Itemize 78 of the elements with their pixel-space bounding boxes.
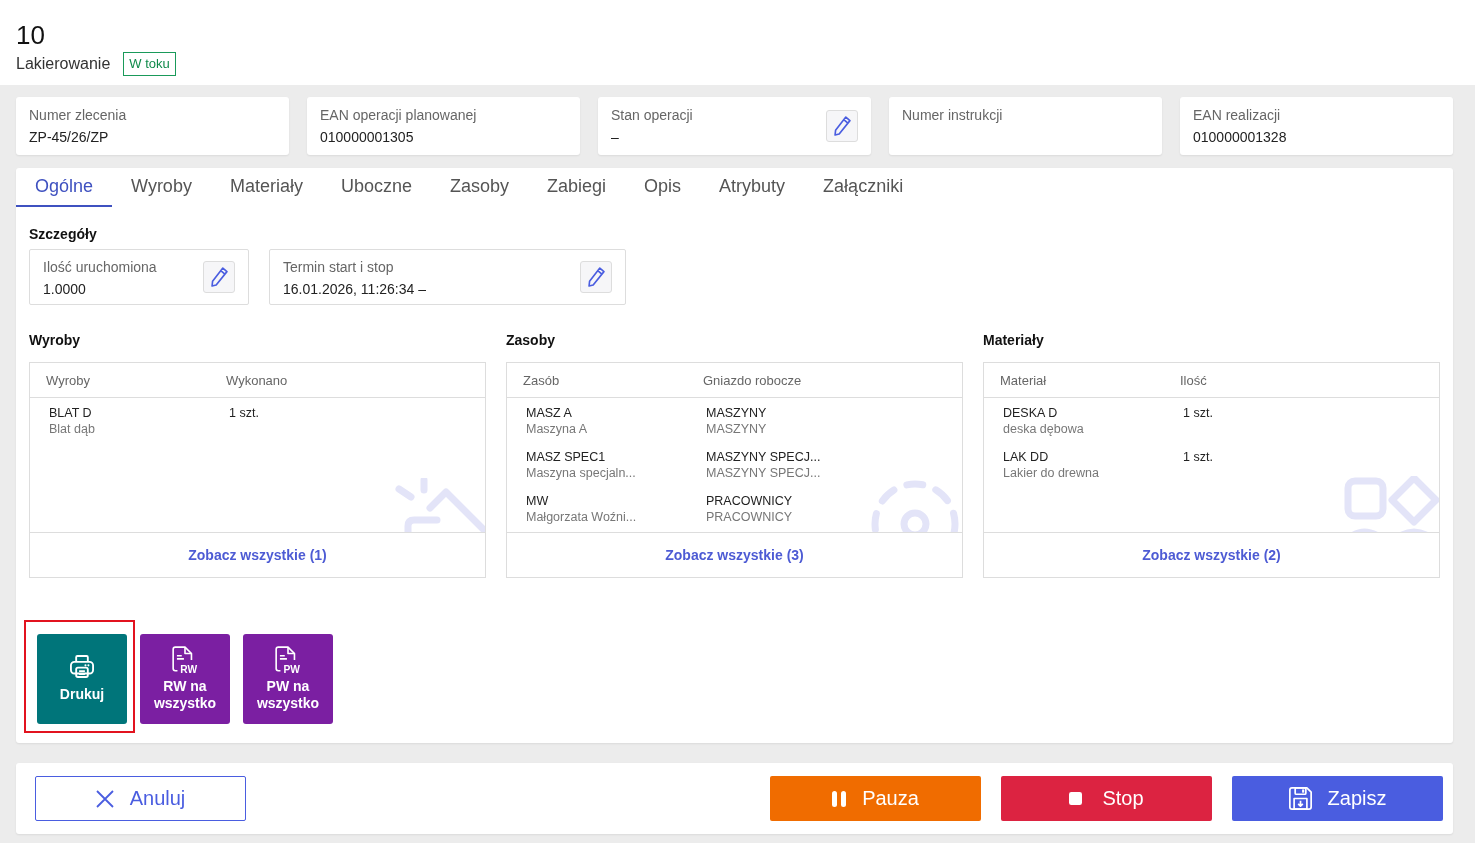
table-cell: PRACOWNICY [706,493,793,509]
table-cell: LAK DD [1003,449,1049,465]
sparkle-tag-icon [395,478,485,532]
field-label: Numer zlecenia [29,106,127,125]
cell-subtitle: Maszyna specjaln... [526,465,636,481]
field-value: 16.01.2026, 11:26:34 – [283,280,426,299]
table-cell: BLAT D [49,405,92,421]
table-cell: MASZ A [526,405,572,421]
cell-subtitle: MASZYNY SPECJ... [706,465,821,481]
table-cell: 1 szt. [1183,449,1213,465]
tab[interactable]: Wyroby [112,168,211,207]
field-label: EAN operacji planowanej [320,106,477,125]
table-cell: 1 szt. [229,405,259,421]
pause-icon [832,790,847,807]
cell-subtitle: Blat dąb [49,421,95,437]
cell-subtitle: MASZYNY [706,421,767,437]
close-icon [95,789,114,808]
field-label: Termin start i stop [283,258,395,277]
table-cell: MASZ SPEC1 [526,449,606,465]
cell-subtitle: Małgorzata Woźni... [526,509,637,525]
tab[interactable]: Materiały [210,168,322,207]
table-cell: MASZYNY [706,405,767,421]
field-value: 010000001305 [320,128,415,147]
stop-icon [1069,792,1083,805]
see-all-link[interactable]: Zobacz wszystkie (2) [1142,547,1281,563]
field-label: Numer instrukcji [902,106,1003,125]
edit-button[interactable] [580,261,612,293]
operation-number: 10 [16,20,45,50]
tab[interactable]: Opis [625,168,701,207]
table-cell: MW [526,493,549,509]
field-value: ZP-45/26/ZP [29,128,110,147]
pencil-icon [587,267,605,287]
table-cell: DESKA D [1003,405,1058,421]
column-header: Ilość [1180,372,1207,388]
operation-name: Lakierowanie [16,54,111,74]
column-header: Wyroby [46,372,90,388]
shapes-icon [1344,476,1439,532]
edit-button[interactable] [826,110,858,142]
tab[interactable]: Zasoby [431,168,528,207]
edit-button[interactable] [203,261,235,293]
section-title: Materiały [983,331,1044,349]
section-title: Szczegóły [29,225,97,243]
cell-subtitle: PRACOWNICY [706,509,793,525]
cancel-button[interactable]: Anuluj [35,776,246,821]
tab[interactable]: Atrybuty [700,168,805,207]
table-cell: MASZYNY SPECJ... [706,449,821,465]
field-value: 010000001328 [1193,128,1287,147]
field-value: 1.0000 [43,280,87,299]
pencil-icon [833,116,851,136]
field-label: EAN realizacji [1193,106,1282,125]
action-button[interactable]: RW RW na wszystko [140,634,230,724]
see-all-link[interactable]: Zobacz wszystkie (3) [665,547,804,563]
table-cell: 1 szt. [1183,405,1213,421]
column-header: Wykonano [226,372,288,388]
section-title: Zasoby [506,331,555,349]
save-button[interactable]: Zapisz [1232,776,1443,821]
printer-icon [70,655,94,678]
status-badge: W toku [123,52,176,76]
column-header: Materiał [1000,372,1047,388]
section-title: Wyroby [29,331,81,349]
cell-subtitle: Lakier do drewna [1003,465,1099,481]
pencil-icon [210,267,228,287]
stop-button[interactable]: Stop [1001,776,1212,821]
column-header: Gniazdo robocze [703,372,802,388]
see-all-link[interactable]: Zobacz wszystkie (1) [188,547,327,563]
cell-subtitle: deska dębowa [1003,421,1084,437]
field-label: Ilość uruchomiona [43,258,157,277]
tab[interactable]: Uboczne [321,168,431,207]
tab[interactable]: Załączniki [804,168,923,207]
tab[interactable]: Zabiegi [528,168,626,207]
cell-subtitle: Maszyna A [526,421,588,437]
action-button[interactable]: Drukuj [37,634,127,724]
save-icon [1288,787,1312,810]
tab[interactable]: Ogólne [16,168,113,207]
field-value: – [611,128,620,147]
action-button[interactable]: PW PW na wszystko [243,634,333,724]
field-label: Stan operacji [611,106,693,125]
column-header: Zasób [523,372,560,388]
